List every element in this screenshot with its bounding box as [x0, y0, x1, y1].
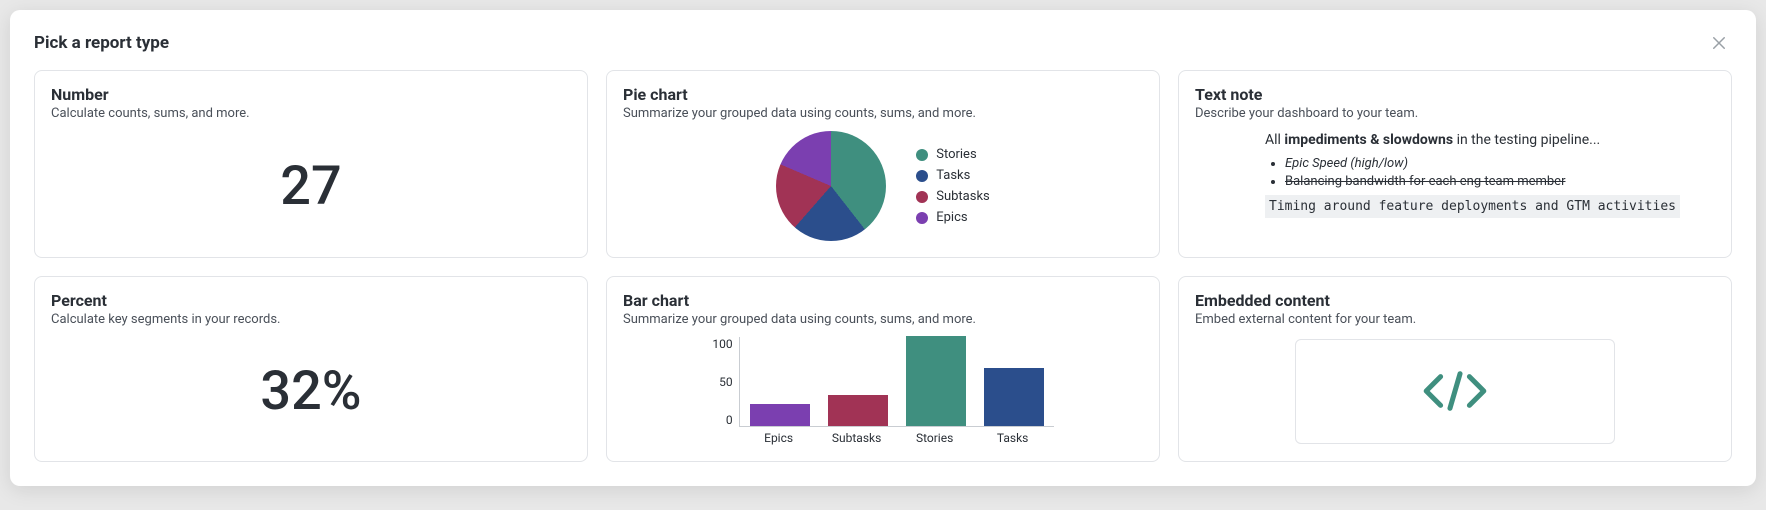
card-bar[interactable]: Bar chart Summarize your grouped data us…: [606, 276, 1160, 462]
xlabel: Epics: [749, 431, 809, 445]
number-value: 27: [51, 131, 571, 241]
legend-label: Epics: [936, 210, 967, 225]
legend-item: Epics: [916, 210, 990, 225]
card-number-title: Number: [51, 85, 571, 104]
card-number-desc: Calculate counts, sums, and more.: [51, 106, 571, 121]
bar-yaxis: 100 50 0: [712, 337, 738, 427]
card-number[interactable]: Number Calculate counts, sums, and more.…: [34, 70, 588, 258]
legend-label: Stories: [936, 147, 976, 162]
legend-swatch: [916, 191, 928, 203]
legend-label: Tasks: [936, 168, 970, 183]
close-icon: [1710, 34, 1728, 52]
legend-swatch: [916, 149, 928, 161]
card-percent-title: Percent: [51, 291, 571, 310]
xlabel: Stories: [905, 431, 965, 445]
pie-preview: Stories Tasks Subtasks Epics: [623, 131, 1143, 241]
xlabel: Subtasks: [827, 431, 887, 445]
report-type-grid: Number Calculate counts, sums, and more.…: [34, 70, 1732, 462]
card-textnote[interactable]: Text note Describe your dashboard to you…: [1178, 70, 1732, 258]
card-percent[interactable]: Percent Calculate key segments in your r…: [34, 276, 588, 462]
pie-graphic: [776, 131, 886, 241]
xlabel: Tasks: [983, 431, 1043, 445]
legend-item: Subtasks: [916, 189, 990, 204]
note-text-all: All: [1265, 132, 1284, 148]
note-text-rest: in the testing pipeline...: [1453, 132, 1600, 148]
bar: [906, 336, 966, 426]
bar: [984, 368, 1044, 427]
card-embed-desc: Embed external content for your team.: [1195, 312, 1715, 327]
card-pie-title: Pie chart: [623, 85, 1143, 104]
note-mono: Timing around feature deployments and GT…: [1265, 195, 1680, 219]
card-bar-title: Bar chart: [623, 291, 1143, 310]
percent-value: 32%: [51, 337, 571, 445]
bar-preview: 100 50 0 Epics Subtasks Stories Tasks: [623, 337, 1143, 445]
bar-xaxis: Epics Subtasks Stories Tasks: [739, 427, 1054, 445]
card-pie-desc: Summarize your grouped data using counts…: [623, 106, 1143, 121]
ytick: 100: [712, 337, 732, 351]
card-embed[interactable]: Embedded content Embed external content …: [1178, 276, 1732, 462]
card-bar-desc: Summarize your grouped data using counts…: [623, 312, 1143, 327]
textnote-preview: All impediments & slowdowns in the testi…: [1195, 131, 1715, 218]
close-button[interactable]: [1706, 30, 1732, 56]
ytick: 0: [726, 413, 733, 427]
note-bullet-2: Balancing bandwidth for each eng team me…: [1285, 174, 1565, 189]
embed-preview: [1195, 337, 1715, 445]
bar: [750, 404, 810, 427]
card-textnote-title: Text note: [1195, 85, 1715, 104]
legend-swatch: [916, 170, 928, 182]
embed-box: [1295, 339, 1615, 444]
card-percent-desc: Calculate key segments in your records.: [51, 312, 571, 327]
legend-item: Stories: [916, 147, 990, 162]
bar-plot-area: [739, 337, 1054, 427]
modal-header: Pick a report type: [34, 30, 1732, 56]
note-bullet-1: Epic Speed (high/low): [1285, 156, 1408, 171]
legend-label: Subtasks: [936, 189, 990, 204]
legend-item: Tasks: [916, 168, 990, 183]
bar: [828, 395, 888, 427]
pie-legend: Stories Tasks Subtasks Epics: [916, 147, 990, 225]
note-text-bold: impediments & slowdowns: [1284, 132, 1453, 148]
modal-title: Pick a report type: [34, 33, 169, 53]
legend-swatch: [916, 212, 928, 224]
report-type-modal: Pick a report type Number Calculate coun…: [10, 10, 1756, 486]
code-icon: [1419, 366, 1491, 416]
ytick: 50: [719, 375, 733, 389]
card-textnote-desc: Describe your dashboard to your team.: [1195, 106, 1715, 121]
card-pie[interactable]: Pie chart Summarize your grouped data us…: [606, 70, 1160, 258]
card-embed-title: Embedded content: [1195, 291, 1715, 310]
